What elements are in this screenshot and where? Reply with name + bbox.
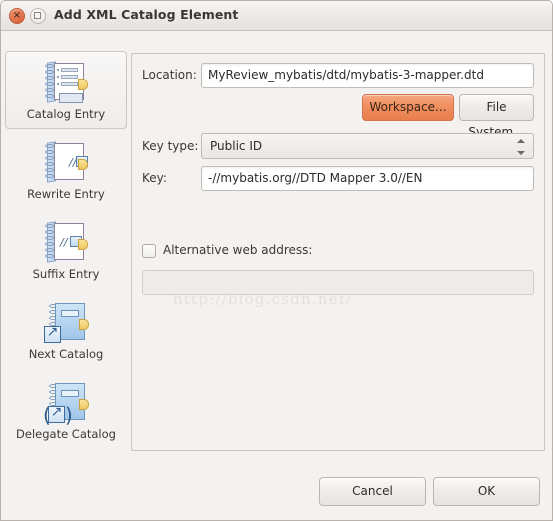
- file-system-button[interactable]: File System...: [459, 94, 534, 139]
- catalog-entry-icon: [43, 60, 89, 104]
- sidebar-item-next-catalog[interactable]: Next Catalog: [5, 291, 127, 369]
- close-icon[interactable]: ×: [9, 8, 25, 24]
- sidebar-item-label: Rewrite Entry: [27, 187, 105, 201]
- window-title: Add XML Catalog Element: [54, 7, 239, 22]
- sidebar-item-label: Delegate Catalog: [16, 427, 116, 441]
- chevron-up-down-icon: [517, 138, 526, 156]
- maximize-glyph: [34, 12, 41, 19]
- location-label: Location:: [142, 68, 197, 82]
- suffix-entry-icon: //: [43, 220, 89, 264]
- dialog-window: × Add XML Catalog Element Catalog Entry …: [0, 0, 553, 521]
- key-input[interactable]: -//mybatis.org//DTD Mapper 3.0//EN: [201, 166, 534, 191]
- alternative-web-address-label: Alternative web address:: [163, 243, 313, 257]
- location-input[interactable]: MyReview_mybatis/dtd/mybatis-3-mapper.dt…: [201, 63, 534, 88]
- sidebar-item-suffix-entry[interactable]: // Suffix Entry: [5, 211, 127, 289]
- maximize-icon[interactable]: [30, 8, 46, 24]
- key-type-select[interactable]: Public ID: [201, 133, 534, 159]
- sidebar-item-catalog-entry[interactable]: Catalog Entry: [5, 51, 127, 129]
- alternative-web-address-input: [142, 270, 534, 295]
- close-glyph: ×: [12, 10, 22, 21]
- sidebar-item-label: Catalog Entry: [26, 107, 106, 121]
- alternative-web-address-checkbox[interactable]: [142, 244, 156, 258]
- rewrite-entry-icon: //: [43, 140, 89, 184]
- title-bar: × Add XML Catalog Element: [1, 1, 552, 31]
- next-catalog-icon: [43, 300, 89, 344]
- type-list: Catalog Entry // Rewrite Entry // Suffix…: [5, 51, 129, 451]
- sidebar-item-delegate-catalog[interactable]: ( ) Delegate Catalog: [5, 371, 127, 449]
- key-type-value: Public ID: [210, 139, 263, 153]
- catalog-entry-form: Location: MyReview_mybatis/dtd/mybatis-3…: [131, 53, 545, 451]
- workspace-button[interactable]: Workspace...: [362, 94, 454, 121]
- key-label: Key:: [142, 171, 167, 185]
- key-type-label: Key type:: [142, 139, 199, 153]
- sidebar-item-rewrite-entry[interactable]: // Rewrite Entry: [5, 131, 127, 209]
- sidebar-item-label: Next Catalog: [28, 347, 104, 361]
- dialog-body: Catalog Entry // Rewrite Entry // Suffix…: [1, 31, 552, 520]
- sidebar-item-label: Suffix Entry: [32, 267, 100, 281]
- delegate-catalog-icon: ( ): [43, 380, 89, 425]
- ok-button[interactable]: OK: [433, 477, 540, 506]
- cancel-button[interactable]: Cancel: [319, 477, 426, 506]
